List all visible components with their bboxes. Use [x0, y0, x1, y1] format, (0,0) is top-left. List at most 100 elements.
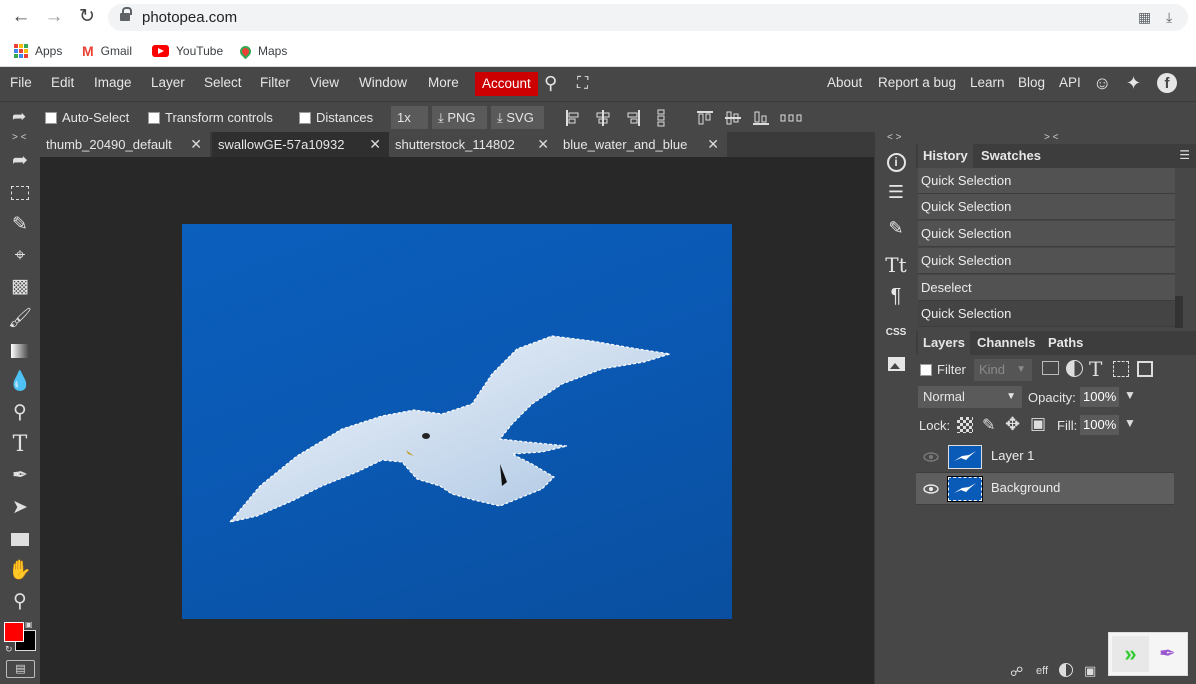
align-middle-icon[interactable]: [724, 109, 742, 127]
reset-colors-icon[interactable]: ↻: [5, 644, 13, 655]
dodge-tool-icon[interactable]: ⚲: [6, 399, 34, 427]
close-icon[interactable]: ✕: [707, 132, 719, 157]
move-tool-icon[interactable]: ➦: [6, 147, 34, 175]
visibility-eye-icon[interactable]: [923, 449, 939, 465]
history-item[interactable]: Deselect: [918, 275, 1175, 301]
address-bar[interactable]: photopea.com ▦ ⤓: [108, 4, 1188, 31]
visibility-eye-icon[interactable]: [923, 481, 939, 497]
filter-type-icon[interactable]: T: [1089, 357, 1102, 381]
forward-arrow-icon[interactable]: →: [43, 6, 65, 28]
bookmark-apps[interactable]: Apps: [14, 41, 62, 61]
menu-edit[interactable]: Edit: [51, 75, 74, 90]
bookmark-gmail[interactable]: M Gmail: [82, 41, 132, 61]
history-item[interactable]: Quick Selection: [918, 194, 1175, 220]
shape-tool-icon[interactable]: [6, 525, 34, 553]
purple-pen-icon[interactable]: ✒: [1159, 641, 1176, 666]
filter-smart-icon[interactable]: [1137, 361, 1153, 377]
account-button[interactable]: Account: [475, 72, 538, 96]
link-learn[interactable]: Learn: [970, 75, 1005, 90]
history-item[interactable]: Quick Selection: [918, 221, 1175, 247]
auto-select-checkbox[interactable]: Auto-Select: [45, 110, 129, 125]
fill-input[interactable]: 100%: [1080, 415, 1120, 435]
lock-transparency-icon[interactable]: [957, 417, 973, 433]
quick-mask-icon[interactable]: ▤: [6, 660, 35, 678]
pen-tool-icon[interactable]: ✒: [6, 462, 34, 490]
tab-paths[interactable]: Paths: [1043, 331, 1089, 355]
link-api[interactable]: API: [1059, 75, 1081, 90]
lock-pixels-icon[interactable]: ✎: [982, 415, 995, 435]
gradient-tool-icon[interactable]: [6, 337, 34, 365]
link-blog[interactable]: Blog: [1018, 75, 1045, 90]
blend-mode-select[interactable]: Normal ▼: [918, 386, 1022, 408]
mini-collapse-toggle[interactable]: < >: [887, 132, 901, 143]
lock-position-icon[interactable]: ✥: [1005, 414, 1020, 435]
quick-selection-tool-icon[interactable]: ✎: [6, 211, 34, 239]
document-canvas[interactable]: [182, 224, 732, 619]
menu-select[interactable]: Select: [204, 75, 242, 90]
blur-tool-icon[interactable]: 💧: [6, 368, 34, 396]
kind-select[interactable]: Kind ▼: [974, 359, 1032, 381]
foreground-color-swatch[interactable]: [4, 622, 24, 642]
info-icon[interactable]: i: [883, 147, 909, 173]
opacity-dropdown-icon[interactable]: ▼: [1124, 388, 1136, 402]
tab-thumb-20490[interactable]: thumb_20490_default ✕: [40, 132, 210, 157]
twitter-icon[interactable]: ✦: [1126, 73, 1141, 94]
layer-mask-icon[interactable]: ▣: [1084, 663, 1096, 679]
menu-window[interactable]: Window: [359, 75, 407, 90]
reload-icon[interactable]: ↻: [76, 6, 98, 28]
opacity-input[interactable]: 100%: [1080, 387, 1120, 407]
adjustments-icon[interactable]: ☰: [883, 179, 909, 205]
layer-row-layer-1[interactable]: Layer 1: [916, 441, 1174, 473]
filter-pixel-icon[interactable]: [1042, 361, 1059, 375]
tab-history[interactable]: History: [918, 144, 973, 168]
history-item[interactable]: Quick Selection: [918, 168, 1175, 194]
css-icon[interactable]: CSS: [883, 320, 909, 346]
link-about[interactable]: About: [827, 75, 862, 90]
back-arrow-icon[interactable]: ←: [10, 6, 32, 28]
distances-checkbox[interactable]: Distances: [299, 110, 373, 125]
paragraph-icon[interactable]: ¶: [883, 283, 909, 309]
menu-image[interactable]: Image: [94, 75, 132, 90]
menu-layer[interactable]: Layer: [151, 75, 185, 90]
character-icon[interactable]: Tt: [883, 252, 909, 278]
left-collapse-toggle[interactable]: > <: [12, 132, 26, 143]
fullscreen-icon[interactable]: ⛶: [577, 75, 588, 93]
image-panel-icon[interactable]: [883, 351, 909, 377]
align-bottom-icon[interactable]: [752, 109, 770, 127]
history-item[interactable]: Quick Selection: [918, 248, 1175, 274]
align-right-icon[interactable]: [624, 109, 642, 127]
distribute-horizontal-icon[interactable]: [780, 109, 802, 127]
distribute-vertical-icon[interactable]: [652, 109, 670, 127]
align-center-icon[interactable]: [594, 109, 612, 127]
panel-collapse-toggle[interactable]: > <: [1044, 132, 1058, 143]
history-scrollbar[interactable]: [1175, 296, 1183, 328]
clipboard-icon[interactable]: ▦: [1138, 9, 1151, 26]
tab-swallow[interactable]: swallowGE-57a10932 ✕: [212, 132, 389, 157]
tab-shutterstock[interactable]: shutterstock_114802 ✕: [389, 132, 557, 157]
crop-tool-icon[interactable]: ⌖: [6, 242, 34, 270]
search-icon[interactable]: ⚲: [544, 73, 557, 94]
brush-tool-icon[interactable]: 🖌: [6, 305, 34, 333]
zoom-tool-icon[interactable]: ⚲: [6, 588, 34, 616]
path-selection-tool-icon[interactable]: ➤: [6, 494, 34, 522]
marquee-tool-icon[interactable]: [6, 179, 34, 207]
history-item[interactable]: Quick Selection: [918, 301, 1175, 327]
link-report-bug[interactable]: Report a bug: [878, 75, 956, 90]
swap-colors-icon[interactable]: ▣: [25, 620, 33, 629]
export-svg-button[interactable]: ⤓ SVG: [491, 106, 544, 129]
tab-blue-water[interactable]: blue_water_and_blue ✕: [557, 132, 727, 157]
align-left-icon[interactable]: [564, 109, 582, 127]
link-layers-icon[interactable]: ☍: [1010, 664, 1023, 680]
layer-effects-button[interactable]: eff: [1036, 665, 1048, 677]
align-top-icon[interactable]: [696, 109, 714, 127]
filter-checkbox[interactable]: Filter: [920, 362, 966, 377]
close-icon[interactable]: ✕: [537, 132, 549, 157]
fill-dropdown-icon[interactable]: ▼: [1124, 416, 1136, 430]
menu-file[interactable]: File: [10, 75, 32, 90]
brush-settings-icon[interactable]: ✎: [883, 215, 909, 241]
hand-tool-icon[interactable]: ✋: [6, 557, 34, 585]
layer-row-background[interactable]: Background: [916, 473, 1174, 505]
export-png-button[interactable]: ⤓ PNG: [432, 106, 487, 129]
tab-layers[interactable]: Layers: [918, 331, 970, 355]
tab-channels[interactable]: Channels: [972, 331, 1041, 355]
